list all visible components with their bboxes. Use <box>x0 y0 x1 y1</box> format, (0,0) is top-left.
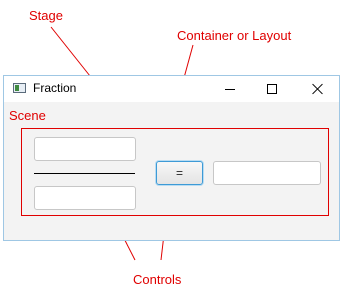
stage-pointer-line <box>50 26 91 77</box>
fraction-bar <box>34 173 135 174</box>
equals-button[interactable]: = <box>156 161 203 185</box>
result-field[interactable] <box>213 161 321 185</box>
minimize-icon <box>225 88 235 90</box>
title-bar[interactable]: Fraction <box>4 76 339 102</box>
numerator-input[interactable] <box>34 137 136 161</box>
app-window-icon <box>13 83 26 93</box>
window-title: Fraction <box>33 81 77 95</box>
minimize-button[interactable] <box>215 78 245 100</box>
maximize-icon <box>267 84 277 94</box>
close-button[interactable] <box>303 78 333 100</box>
maximize-button[interactable] <box>257 78 287 100</box>
close-icon <box>312 83 324 95</box>
denominator-input[interactable] <box>34 186 136 210</box>
stage-annotation: Stage <box>29 8 63 23</box>
container-annotation: Container or Layout <box>177 28 292 43</box>
controls-annotation: Controls <box>133 272 182 287</box>
scene-annotation: Scene <box>9 108 46 123</box>
